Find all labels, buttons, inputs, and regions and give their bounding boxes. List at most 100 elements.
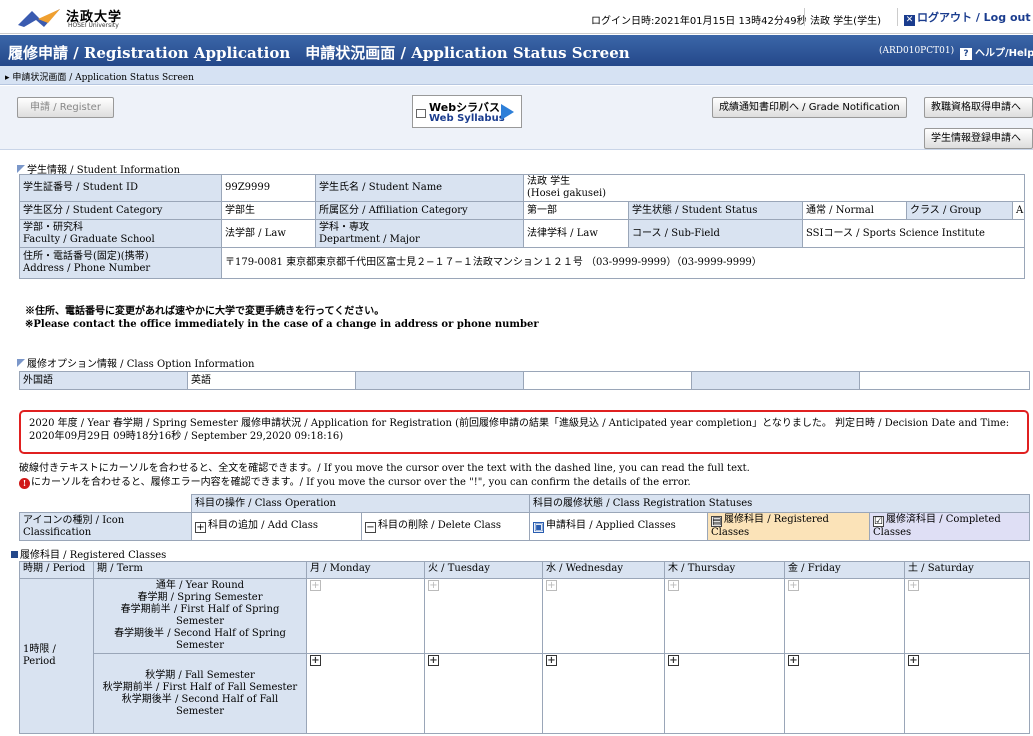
add-class-icon[interactable]: +	[310, 580, 321, 591]
registered-classes-title: 履修科目 / Registered Classes	[11, 546, 166, 561]
student-id-value: 99Z9999	[221, 174, 316, 202]
breadcrumb-current: 申請状況画面 / Application Status Screen	[12, 73, 194, 83]
term-group-spring: 通年 / Year Round 春学期 / Spring Semester 春学期前…	[93, 578, 307, 654]
class-option-table: 外国語 英語	[19, 371, 1030, 390]
login-time: ログイン日時:2021年01月15日 13時42分49秒	[591, 16, 807, 27]
grade-notification-button[interactable]: 成績通知書印刷へ / Grade Notification	[712, 97, 907, 118]
slot-fri-fall[interactable]: +	[784, 653, 905, 734]
class-operation-header: 科目の操作 / Class Operation	[190, 494, 531, 513]
top-bar: 法政大学 HOSEI University ログイン日時:2021年01月15日…	[0, 0, 1033, 34]
faculty-label: 学部・研究科 Faculty / Graduate School	[19, 219, 222, 248]
close-icon: ✕	[904, 15, 915, 26]
section-marker-icon	[17, 359, 25, 367]
hover-instructions: 破線付きテキストにカーソルを合わせると、全文を確認できます。/ If you m…	[19, 462, 750, 490]
faculty-value: 法学部 / Law	[221, 219, 316, 248]
slot-thu-fall[interactable]: +	[664, 653, 785, 734]
slot-mon-spring[interactable]: +	[306, 578, 425, 654]
address-label: 住所・電話番号(固定)(携帯) Address / Phone Number	[19, 247, 222, 279]
student-id-label: 学生証番号 / Student ID	[19, 174, 222, 202]
arrow-right-icon	[501, 104, 514, 120]
class-option-title: 履修オプション情報 / Class Option Information	[17, 355, 254, 370]
option-empty-label	[691, 371, 860, 390]
completed-class-icon: ☑	[873, 516, 885, 527]
slot-wed-spring[interactable]: +	[542, 578, 665, 654]
legend-applied: ▣ 申請科目 / Applied Classes	[529, 512, 709, 541]
hosei-logo[interactable]: 法政大学 HOSEI University	[18, 5, 188, 31]
category-label: 学生区分 / Student Category	[19, 201, 222, 220]
web-syllabus-button[interactable]: Webシラバス Web Syllabus	[412, 95, 522, 128]
address-notice: ※住所、電話番号に変更があれば速やかに大学で変更手続きを行ってください。 ※Pl…	[25, 305, 539, 331]
slot-fri-spring[interactable]: +	[784, 578, 905, 654]
logout-button[interactable]: ✕ ログアウト / Log out	[904, 9, 1031, 26]
col-header-monday: 月 / Monday	[306, 561, 425, 579]
registered-class-icon: ▤	[711, 516, 723, 527]
application-status-message: 2020 年度 / Year 春学期 / Spring Semester 履修申…	[19, 410, 1029, 454]
term-group-fall: 秋学期 / Fall Semester 秋学期前半 / First Half of…	[93, 653, 307, 734]
address-value: 〒179-0081 東京都東京都千代田区富士見２−１７−１法政マンション１２１号…	[221, 247, 1025, 279]
add-class-icon[interactable]: +	[546, 580, 557, 591]
slot-wed-fall[interactable]: +	[542, 653, 665, 734]
slot-sat-fall[interactable]: +	[904, 653, 1030, 734]
add-class-icon[interactable]: +	[310, 655, 321, 666]
student-info-table: 学生証番号 / Student ID 99Z9999 学生氏名 / Studen…	[19, 174, 1025, 279]
period-1-label: 1時限 / Period	[19, 578, 94, 734]
plus-icon: +	[195, 522, 206, 533]
divider	[897, 8, 898, 26]
slot-thu-spring[interactable]: +	[664, 578, 785, 654]
legend-registered: ▤ 履修科目 / Registered Classes	[707, 512, 871, 541]
breadcrumb: ▸ 申請状況画面 / Application Status Screen	[0, 66, 1033, 85]
logout-label: ログアウト / Log out	[917, 11, 1031, 24]
category-value: 学部生	[221, 201, 316, 220]
add-class-icon[interactable]: +	[788, 580, 799, 591]
affiliation-value: 第一部	[523, 201, 629, 220]
option-empty-value	[523, 371, 692, 390]
slot-sat-spring[interactable]: +	[904, 578, 1030, 654]
student-name-label: 学生氏名 / Student Name	[315, 174, 524, 202]
add-class-icon[interactable]: +	[668, 655, 679, 666]
slot-tue-fall[interactable]: +	[424, 653, 543, 734]
class-status-header: 科目の履修状態 / Class Registration Statuses	[529, 494, 1031, 513]
student-info-registration-button[interactable]: 学生情報登録申請へ	[924, 128, 1033, 149]
add-class-icon[interactable]: +	[546, 655, 557, 666]
timetable: 時期 / Period 期 / Term 月 / Monday 火 / Tues…	[19, 561, 1030, 734]
help-icon: ?	[960, 48, 972, 60]
icon-legend-table: 科目の操作 / Class Operation 科目の履修状態 / Class …	[19, 494, 1031, 541]
section-marker-icon	[17, 165, 25, 173]
col-header-tuesday: 火 / Tuesday	[424, 561, 543, 579]
hover-note-dashed: 破線付きテキストにカーソルを合わせると、全文を確認できます。/ If you m…	[19, 463, 750, 474]
book-icon	[416, 109, 426, 118]
student-name-cell: 法政 学生 (Hosei gakusei)	[523, 174, 1025, 202]
class-label: クラス / Group	[906, 201, 1013, 220]
minus-icon: −	[365, 522, 376, 533]
screen-id: (ARD010PCT01)	[879, 46, 955, 56]
slot-mon-fall[interactable]: +	[306, 653, 425, 734]
toolbar: 申請 / Register Webシラバス Web Syllabus 成績通知書…	[0, 86, 1033, 150]
subfield-label: コース / Sub-Field	[628, 219, 803, 248]
add-class-icon[interactable]: +	[788, 655, 799, 666]
help-button[interactable]: ? ヘルプ/Help	[960, 44, 1033, 60]
student-name-kana: (Hosei gakusei)	[527, 188, 607, 199]
applied-class-icon: ▣	[533, 522, 545, 533]
add-class-icon[interactable]: +	[428, 580, 439, 591]
icon-classification-label: アイコンの種別 / Icon Classification	[19, 512, 192, 541]
teaching-license-button[interactable]: 教職資格取得申請へ	[924, 97, 1033, 118]
divider	[804, 8, 805, 26]
register-button[interactable]: 申請 / Register	[17, 97, 114, 118]
status-value: 通常 / Normal	[802, 201, 907, 220]
option-value: 英語	[187, 371, 356, 390]
add-class-icon[interactable]: +	[428, 655, 439, 666]
add-class-icon[interactable]: +	[908, 655, 919, 666]
status-label: 学生状態 / Student Status	[628, 201, 803, 220]
add-class-icon[interactable]: +	[668, 580, 679, 591]
legend-completed: ☑ 履修済科目 / Completed Classes	[869, 512, 1031, 541]
hover-note-error: ! にカーソルを合わせると、履修エラー内容を確認できます。/ If you mov…	[19, 476, 750, 490]
address-notice-en: ※Please contact the office immediately i…	[25, 319, 539, 330]
col-header-period: 時期 / Period	[19, 561, 94, 579]
add-class-icon[interactable]: +	[908, 580, 919, 591]
legend-delete: − 科目の削除 / Delete Class	[360, 512, 531, 541]
help-label: ヘルプ/Help	[975, 48, 1033, 59]
major-label: 学科・専攻 Department / Major	[315, 219, 524, 248]
slot-tue-spring[interactable]: +	[424, 578, 543, 654]
user-name: 法政 学生(学生)	[810, 16, 881, 27]
option-label: 外国語	[19, 371, 188, 390]
